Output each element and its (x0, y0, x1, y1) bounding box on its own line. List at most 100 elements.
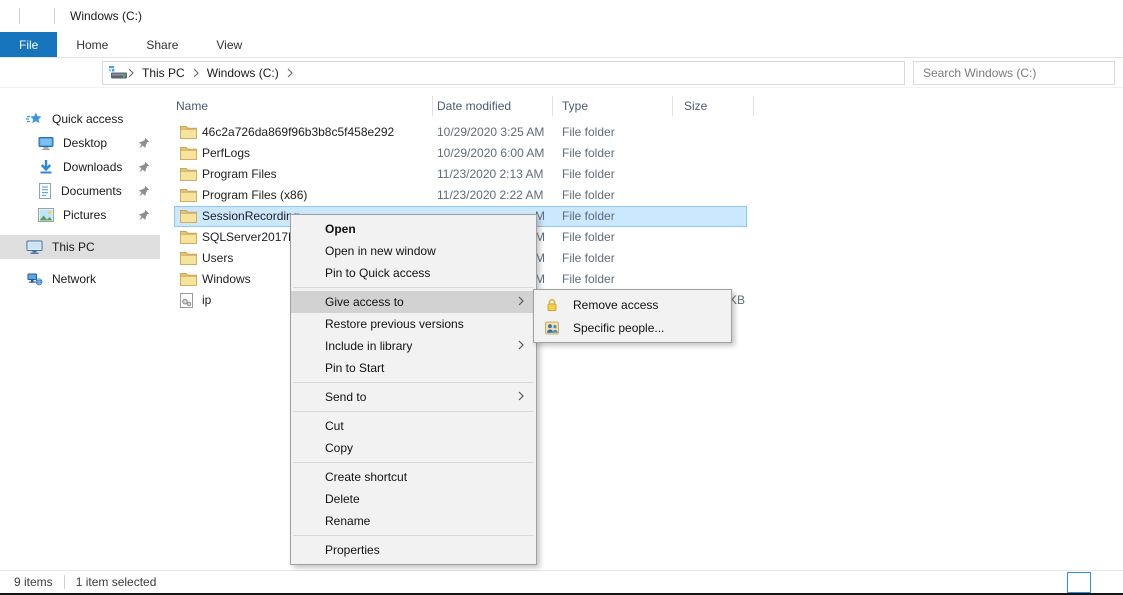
sidebar-item-label: Quick access (52, 112, 123, 126)
context-menu: OpenOpen in new windowPin to Quick acces… (290, 214, 537, 565)
context-menu-item-copy[interactable]: Copy (291, 437, 536, 459)
window-title: Windows (C:) (70, 9, 142, 23)
sidebar-item-pictures[interactable]: Pictures (0, 203, 160, 227)
thumbnails-view-button[interactable] (1094, 572, 1118, 593)
sidebar-item-downloads[interactable]: Downloads (0, 155, 160, 179)
sidebar-item-desktop[interactable]: Desktop (0, 131, 160, 155)
file-name: Program Files (202, 167, 277, 181)
folder-icon (180, 230, 197, 244)
forward-button[interactable] (31, 61, 56, 85)
file-date: 11/23/2020 2:22 AM (437, 188, 545, 202)
context-menu-item-pin-to-quick-access[interactable]: Pin to Quick access (291, 262, 536, 284)
address-dropdown-button[interactable] (856, 62, 880, 84)
search-input[interactable] (914, 66, 1088, 80)
tab-file[interactable]: File (0, 32, 57, 57)
column-headers: Name Date modified Type Size (160, 92, 1123, 118)
titlebar: Windows (C:) (0, 0, 1123, 32)
submenu-item-label: Specific people... (573, 321, 664, 335)
ribbon-tabs: FileHomeShareView (0, 32, 1123, 58)
column-divider[interactable] (753, 96, 754, 116)
breadcrumb-item-windows-c[interactable]: Windows (C:) (200, 66, 286, 80)
chevron-right-icon (518, 296, 524, 306)
context-menu-item-pin-to-start[interactable]: Pin to Start (291, 357, 536, 379)
file-row-perflogs[interactable]: PerfLogs10/29/2020 6:00 AMFile folder (160, 143, 1123, 164)
folder-icon (180, 251, 197, 265)
navigation-bar: This PC Windows (C:) (0, 58, 1123, 88)
context-menu-item-create-shortcut[interactable]: Create shortcut (291, 466, 536, 488)
sidebar-item-label: Pictures (63, 208, 106, 222)
up-button[interactable] (72, 61, 97, 85)
maximize-button[interactable] (1031, 0, 1077, 32)
pictures-icon (38, 208, 54, 222)
submenu-item-specific-people[interactable]: Specific people... (534, 316, 731, 339)
sidebar-item-this-pc[interactable]: This PC (0, 235, 160, 259)
file-name: 46c2a726da869f96b3b8c5f458e292 (202, 125, 394, 139)
file-gear-icon (180, 293, 193, 308)
context-menu-item-rename[interactable]: Rename (291, 510, 536, 532)
sidebar-item-label: Downloads (63, 160, 122, 174)
column-header-name[interactable]: Name (176, 99, 208, 113)
tab-home[interactable]: Home (57, 32, 127, 57)
lock-icon (545, 298, 559, 312)
context-menu-item-include-in-library[interactable]: Include in library (291, 335, 536, 357)
sidebar-item-quick-access[interactable]: Quick access (0, 107, 160, 131)
address-bar-controls (856, 62, 904, 84)
chevron-right-icon (287, 68, 293, 78)
refresh-button[interactable] (880, 62, 904, 84)
folder-icon (180, 188, 197, 202)
column-divider[interactable] (432, 96, 433, 116)
context-menu-item-properties[interactable]: Properties (291, 539, 536, 561)
people-icon (545, 321, 559, 335)
details-view-button[interactable] (1067, 572, 1091, 593)
context-menu-item-open-in-new-window[interactable]: Open in new window (291, 240, 536, 262)
file-row-program-files-x86[interactable]: Program Files (x86)11/23/2020 2:22 AMFil… (160, 185, 1123, 206)
column-divider[interactable] (552, 96, 553, 116)
file-date: 11/23/2020 2:13 AM (437, 167, 545, 181)
search-box[interactable] (913, 61, 1115, 85)
tab-share[interactable]: Share (127, 32, 197, 57)
sidebar: Quick access Desktop Downloads Documents Pic… (0, 88, 160, 570)
column-header-date-modified[interactable]: Date modified (437, 99, 511, 113)
context-menu-item-give-access-to[interactable]: Give access to (291, 291, 536, 313)
folder-icon (180, 125, 197, 139)
context-menu-item-cut[interactable]: Cut (291, 415, 536, 437)
sidebar-item-label: This PC (52, 240, 95, 254)
tab-view[interactable]: View (197, 32, 261, 57)
recent-locations-button[interactable] (56, 61, 72, 85)
chevron-right-icon (518, 391, 524, 401)
back-button[interactable] (6, 61, 31, 85)
file-type: File folder (562, 230, 615, 244)
file-row-program-files[interactable]: Program Files11/23/2020 2:13 AMFile fold… (160, 164, 1123, 185)
context-menu-item-send-to[interactable]: Send to (291, 386, 536, 408)
column-header-type[interactable]: Type (562, 99, 588, 113)
context-menu-item-delete[interactable]: Delete (291, 488, 536, 510)
column-divider[interactable] (672, 96, 673, 116)
tabs-container: FileHomeShareView (0, 32, 261, 57)
folder-icon (180, 272, 197, 286)
context-menu-item-restore-previous-versions[interactable]: Restore previous versions (291, 313, 536, 335)
menu-separator (293, 287, 534, 288)
quick-access-toolbar: Windows (C:) (0, 8, 142, 24)
sidebar-item-label: Desktop (63, 136, 107, 150)
sidebar-item-network[interactable]: Network (0, 267, 160, 291)
folder-icon (180, 209, 197, 223)
ribbon-right-controls (1101, 32, 1113, 57)
chevron-right-icon (128, 68, 134, 78)
sidebar-item-documents[interactable]: Documents (0, 179, 160, 203)
column-header-size[interactable]: Size (684, 99, 707, 113)
file-row-46c2a726da869f96b3b8c5f458e292[interactable]: 46c2a726da869f96b3b8c5f458e29210/29/2020… (160, 122, 1123, 143)
address-bar[interactable]: This PC Windows (C:) (102, 61, 905, 85)
breadcrumb-item-this-pc[interactable]: This PC (135, 66, 192, 80)
close-button[interactable] (1077, 0, 1123, 32)
pin-icon (138, 161, 150, 173)
file-type: File folder (562, 146, 615, 160)
quick-access-icon (26, 111, 43, 127)
minimize-button[interactable] (985, 0, 1031, 32)
context-menu-item-open[interactable]: Open (291, 218, 536, 240)
menu-separator (293, 382, 534, 383)
chevron-right-icon (518, 340, 524, 350)
sidebar-item-label: Documents (61, 184, 122, 198)
file-type: File folder (562, 272, 615, 286)
menu-separator (293, 535, 534, 536)
submenu-item-remove-access[interactable]: Remove access (534, 293, 731, 316)
